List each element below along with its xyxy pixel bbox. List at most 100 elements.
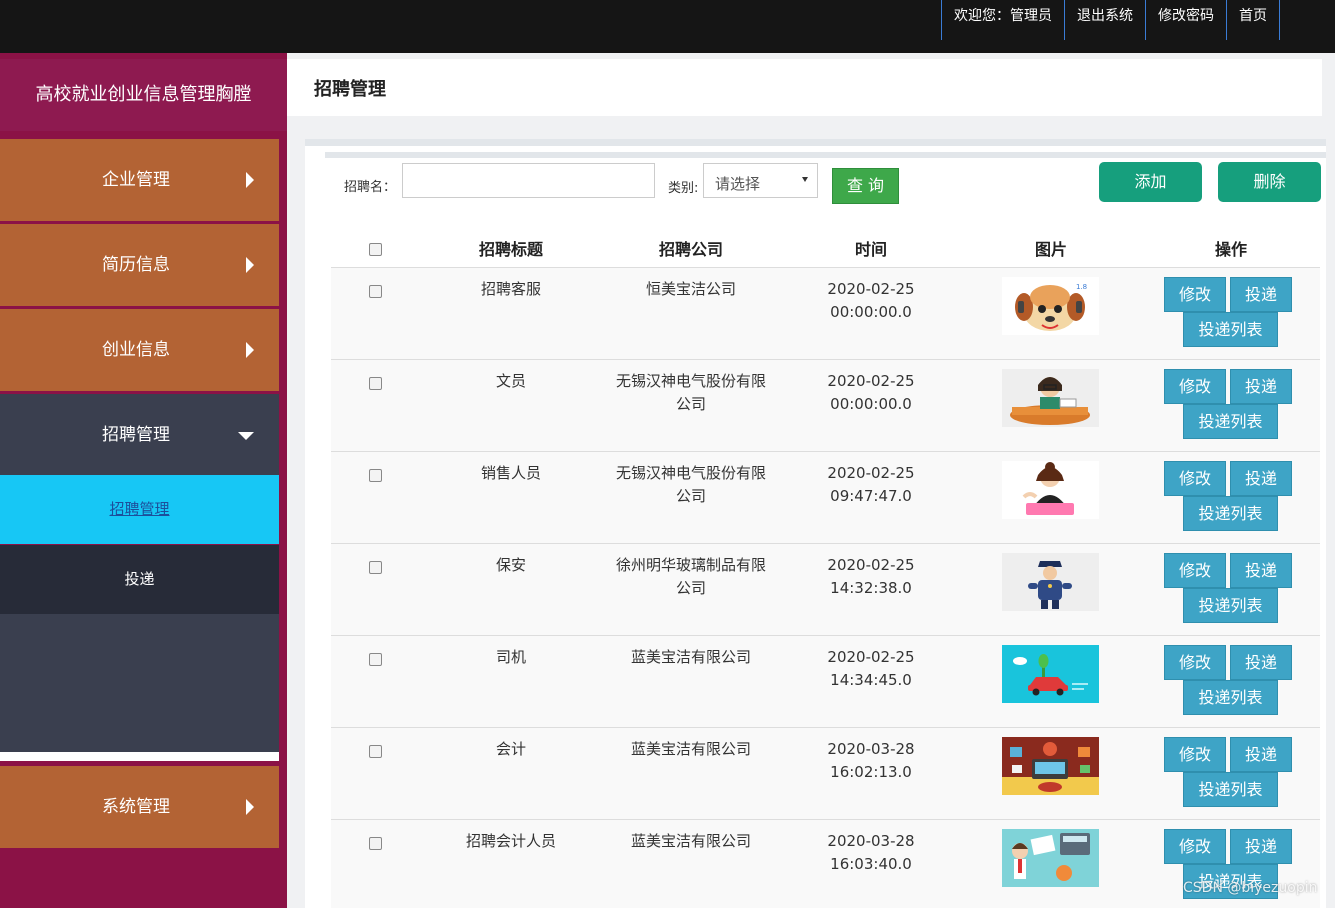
row-checkbox[interactable]: [369, 285, 382, 298]
recruit-image-accountant: [1002, 737, 1099, 795]
row-time: 2020-02-25 00:00:00.0: [827, 280, 915, 321]
table-row: 招聘会计人员 蓝美宝洁有限公司 2020-03-28 16:03:40.0 修改 …: [331, 820, 1320, 908]
row-company: 徐州明华玻璃制品有限 公司: [615, 556, 766, 597]
query-button[interactable]: 查 询: [832, 168, 899, 204]
deliver-button[interactable]: 投递: [1230, 277, 1292, 312]
row-title: 招聘客服: [480, 280, 541, 298]
table-row: 会计 蓝美宝洁有限公司 2020-03-28 16:02:13.0 修改 投递 投…: [331, 728, 1320, 820]
add-button[interactable]: 添加: [1099, 162, 1202, 202]
column-header-actions: 操作: [1214, 240, 1247, 259]
category-selected-value: 请选择: [715, 175, 761, 193]
table-row: 招聘客服 恒美宝洁公司 2020-02-25 00:00:00.0 1.8 修改 …: [331, 268, 1320, 360]
deliver-button[interactable]: 投递: [1230, 369, 1292, 404]
home-link[interactable]: 首页: [1226, 0, 1280, 40]
sidebar-item-label: 招聘管理: [102, 425, 170, 445]
edit-button[interactable]: 修改: [1164, 461, 1226, 496]
column-header-time: 时间: [854, 240, 887, 259]
sidebar-item-company[interactable]: 企业管理: [0, 139, 279, 221]
deliver-list-button[interactable]: 投递列表: [1183, 680, 1278, 715]
sidebar-item-recruitment[interactable]: 招聘管理: [0, 394, 279, 476]
caret-down-icon: [238, 432, 254, 440]
chevron-down-icon: [802, 177, 808, 182]
column-header-image: 图片: [1034, 240, 1067, 259]
recruit-name-input[interactable]: [402, 163, 655, 198]
edit-button[interactable]: 修改: [1164, 737, 1226, 772]
sidebar-divider: [0, 752, 279, 761]
row-company: 恒美宝洁公司: [645, 280, 736, 298]
edit-button[interactable]: 修改: [1164, 369, 1226, 404]
deliver-button[interactable]: 投递: [1230, 461, 1292, 496]
caret-right-icon: [246, 342, 254, 358]
row-checkbox[interactable]: [369, 561, 382, 574]
category-select[interactable]: 请选择: [703, 163, 818, 198]
recruit-image-sales: [1002, 461, 1099, 519]
edit-button[interactable]: 修改: [1164, 829, 1226, 864]
submenu-item-deliver[interactable]: 投递: [0, 545, 279, 614]
deliver-list-button[interactable]: 投递列表: [1183, 496, 1278, 531]
row-time: 2020-02-25 00:00:00.0: [827, 372, 915, 413]
row-company: 蓝美宝洁有限公司: [630, 740, 751, 758]
row-title: 会计: [495, 740, 526, 758]
deliver-list-button[interactable]: 投递列表: [1183, 588, 1278, 623]
row-time: 2020-02-25 14:32:38.0: [827, 556, 915, 597]
top-nav: 欢迎您：管理员 退出系统 修改密码 首页: [941, 0, 1280, 40]
sidebar-item-resume[interactable]: 简历信息: [0, 224, 279, 306]
deliver-button[interactable]: 投递: [1230, 737, 1292, 772]
row-company: 无锡汉神电气股份有限 公司: [615, 464, 766, 505]
row-title: 招聘会计人员: [465, 832, 556, 850]
table-header: 招聘标题 招聘公司 时间 图片 操作: [331, 228, 1320, 268]
recruit-image-clerk: [1002, 369, 1099, 427]
column-header-title: 招聘标题: [478, 240, 543, 259]
edit-button[interactable]: 修改: [1164, 277, 1226, 312]
row-time: 2020-02-25 14:34:45.0: [827, 648, 915, 689]
deliver-list-button[interactable]: 投递列表: [1183, 312, 1278, 347]
watermark-text: CSDN @biyezuopin: [1183, 880, 1318, 896]
row-checkbox[interactable]: [369, 837, 382, 850]
logout-link[interactable]: 退出系统: [1064, 0, 1145, 40]
row-company: 蓝美宝洁有限公司: [630, 832, 751, 850]
submenu-item-recruitment[interactable]: 招聘管理: [0, 475, 279, 544]
sidebar-item-label: 创业信息: [102, 340, 170, 360]
sidebar-item-startup[interactable]: 创业信息: [0, 309, 279, 391]
row-time: 2020-03-28 16:03:40.0: [827, 832, 915, 873]
deliver-button[interactable]: 投递: [1230, 553, 1292, 588]
row-company: 无锡汉神电气股份有限 公司: [615, 372, 766, 413]
change-password-link[interactable]: 修改密码: [1145, 0, 1226, 40]
select-all-checkbox[interactable]: [369, 243, 382, 256]
submenu-filler: [0, 614, 279, 752]
edit-button[interactable]: 修改: [1164, 553, 1226, 588]
caret-right-icon: [246, 172, 254, 188]
row-checkbox[interactable]: [369, 745, 382, 758]
row-time: 2020-02-25 09:47:47.0: [827, 464, 915, 505]
row-title: 文员: [495, 372, 526, 390]
deliver-list-button[interactable]: 投递列表: [1183, 772, 1278, 807]
page-title: 招聘管理: [314, 79, 386, 100]
svg-text:1.8: 1.8: [1076, 283, 1087, 291]
deliver-list-button[interactable]: 投递列表: [1183, 404, 1278, 439]
row-title: 司机: [495, 648, 526, 666]
row-checkbox[interactable]: [369, 377, 382, 390]
sidebar-item-system[interactable]: 系统管理: [0, 766, 279, 848]
edit-button[interactable]: 修改: [1164, 645, 1226, 680]
sidebar-item-label: 简历信息: [102, 255, 170, 275]
delete-button[interactable]: 删除: [1218, 162, 1321, 202]
row-company: 蓝美宝洁有限公司: [630, 648, 751, 666]
row-checkbox[interactable]: [369, 653, 382, 666]
category-label: 类别:: [668, 181, 699, 196]
page-header: 招聘管理: [287, 53, 1335, 116]
table-row: 保安 徐州明华玻璃制品有限 公司 2020-02-25 14:32:38.0 修改 …: [331, 544, 1320, 636]
recruit-image-accounting-staff: [1002, 829, 1099, 887]
caret-right-icon: [246, 257, 254, 273]
top-bar: 欢迎您：管理员 退出系统 修改密码 首页: [0, 0, 1335, 53]
table-row: 文员 无锡汉神电气股份有限 公司 2020-02-25 00:00:00.0 修改 …: [331, 360, 1320, 452]
recruit-image-security-guard: [1002, 553, 1099, 611]
table-row: 司机 蓝美宝洁有限公司 2020-02-25 14:34:45.0 修改 投递 投…: [331, 636, 1320, 728]
recruit-image-driver: [1002, 645, 1099, 703]
recruit-image-customer-service: 1.8: [1002, 277, 1099, 335]
app-brand-title: 高校就业创业信息管理胸膛: [0, 59, 287, 131]
row-checkbox[interactable]: [369, 469, 382, 482]
deliver-button[interactable]: 投递: [1230, 829, 1292, 864]
row-title: 销售人员: [480, 464, 541, 482]
table-row: 销售人员 无锡汉神电气股份有限 公司 2020-02-25 09:47:47.0 修…: [331, 452, 1320, 544]
deliver-button[interactable]: 投递: [1230, 645, 1292, 680]
